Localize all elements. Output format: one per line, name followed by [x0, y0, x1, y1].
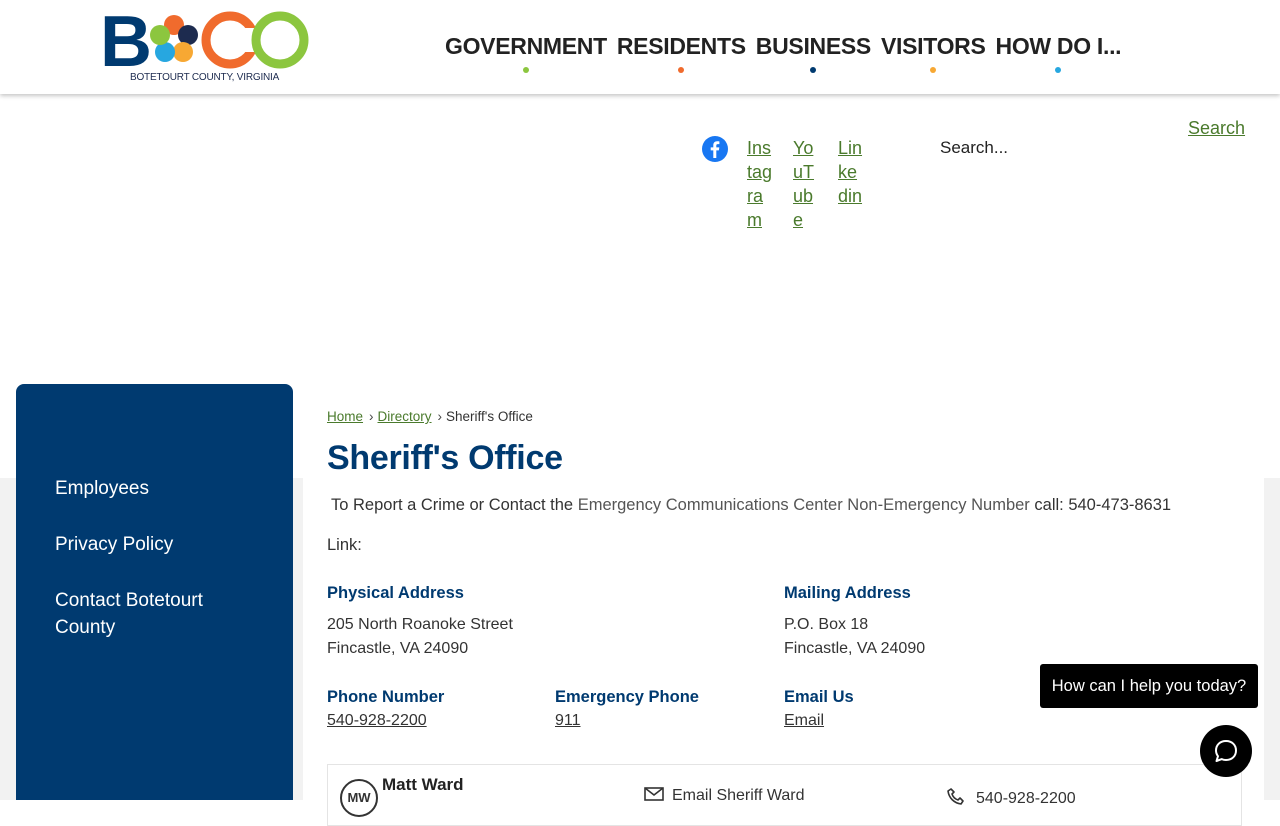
email-label: Email Us	[784, 688, 854, 706]
emergency-phone-link[interactable]: 911	[555, 712, 581, 730]
ecc-link[interactable]: Emergency Communications Center Non-Emer…	[578, 496, 1030, 514]
chat-prompt[interactable]: How can I help you today?	[1040, 664, 1258, 708]
logo-caption: BOTETOURT COUNTY, VIRGINIA	[130, 72, 280, 83]
chat-icon	[1215, 740, 1237, 762]
mailing-address-line2: Fincastle, VA 24090	[784, 640, 926, 657]
nav-dot	[930, 67, 937, 73]
nav-label: GOVERNMENT	[445, 33, 607, 59]
main-content: Home › Directory › Sheriff's Office Sheriff'…	[303, 384, 1264, 826]
nav-dot	[522, 67, 529, 73]
link-label: Link:	[327, 536, 362, 554]
mailing-address-label: Mailing Address	[784, 584, 911, 602]
report-text: To Report a Crime or Contact the Emergen…	[331, 496, 1171, 515]
email-link[interactable]: Email	[784, 712, 824, 730]
main-nav: GOVERNMENT RESIDENTS BUSINESS VISITORS H…	[445, 33, 1131, 73]
logo-mark: B	[100, 2, 309, 82]
site-header: B BOTETOURT COUNTY, VIRGINIA GOVERNMENT …	[0, 0, 1280, 94]
search-input[interactable]: Search...	[940, 138, 1008, 158]
report-prefix: To Report a Crime or Contact the	[331, 496, 574, 514]
staff-phone-text: 540-928-2200	[976, 790, 1076, 807]
sidebar-item-contact[interactable]: Contact Botetourt County	[55, 587, 255, 641]
sidebar-item-employees[interactable]: Employees	[55, 475, 255, 502]
facebook-icon[interactable]	[702, 136, 728, 162]
nav-label: HOW DO I...	[995, 33, 1122, 59]
breadcrumb: Home › Directory › Sheriff's Office	[327, 409, 533, 424]
breadcrumb-current: Sheriff's Office	[446, 409, 533, 424]
nav-how-do-i[interactable]: HOW DO I...	[995, 33, 1122, 73]
sidebar: Employees Privacy Policy Contact Botetou…	[16, 384, 293, 800]
staff-phone-link[interactable]: 540-928-2200	[946, 787, 1076, 808]
nav-label: VISITORS	[880, 33, 986, 59]
nav-dot	[678, 67, 685, 73]
nav-government[interactable]: GOVERNMENT	[445, 33, 607, 73]
nav-business[interactable]: BUSINESS	[755, 33, 871, 73]
avatar: MW	[340, 779, 378, 817]
mail-icon	[644, 787, 664, 801]
staff-name: Matt Ward	[382, 775, 464, 794]
county-logo[interactable]: B BOTETOURT COUNTY, VIRGINIA	[100, 2, 310, 88]
emergency-phone-label: Emergency Phone	[555, 688, 699, 706]
physical-address-label: Physical Address	[327, 584, 464, 602]
staff-card: MW Matt Ward Email Sheriff Ward 540-928-…	[327, 764, 1242, 826]
breadcrumb-separator: ›	[437, 409, 443, 424]
instagram-link[interactable]: Instagram	[747, 136, 773, 232]
nav-dot	[1055, 67, 1062, 73]
phone-icon	[947, 788, 964, 805]
nav-residents[interactable]: RESIDENTS	[616, 33, 746, 73]
chat-button[interactable]	[1200, 725, 1252, 777]
search-button[interactable]: Search	[1188, 118, 1245, 139]
breadcrumb-directory[interactable]: Directory	[378, 409, 432, 424]
nav-label: RESIDENTS	[616, 33, 746, 59]
linkedin-link[interactable]: Linkedin	[838, 136, 864, 208]
phone-link[interactable]: 540-928-2200	[327, 712, 427, 730]
physical-address-line2: Fincastle, VA 24090	[327, 640, 469, 657]
sidebar-item-privacy-policy[interactable]: Privacy Policy	[55, 531, 255, 558]
phone-label: Phone Number	[327, 688, 445, 706]
staff-email-text: Email Sheriff Ward	[672, 787, 805, 804]
breadcrumb-separator: ›	[369, 409, 374, 424]
physical-address-line1: 205 North Roanoke Street	[327, 616, 513, 633]
svg-text:B: B	[100, 8, 152, 72]
nav-label: BUSINESS	[755, 33, 871, 59]
nav-visitors[interactable]: VISITORS	[880, 33, 986, 73]
mailing-address-line1: P.O. Box 18	[784, 616, 869, 633]
nav-dot	[810, 67, 817, 73]
staff-email-link[interactable]: Email Sheriff Ward	[644, 787, 804, 805]
breadcrumb-home[interactable]: Home	[327, 409, 363, 424]
page-title: Sheriff's Office	[327, 439, 563, 477]
youtube-link[interactable]: YouTube	[793, 136, 819, 232]
report-suffix: call: 540-473-8631	[1034, 496, 1172, 514]
